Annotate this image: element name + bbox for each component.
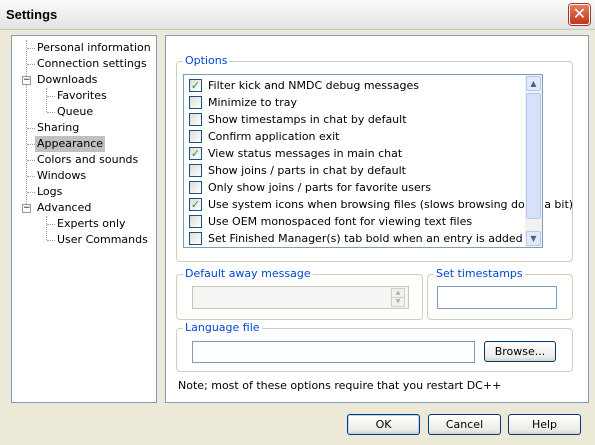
- checkbox[interactable]: [189, 232, 202, 245]
- option-label: Use system icons when browsing files (sl…: [208, 198, 574, 211]
- options-group: Options ✓ Filter kick and NMDC debug mes…: [176, 54, 573, 262]
- option-minimize-to-tray[interactable]: Minimize to tray: [184, 94, 527, 111]
- option-label: Use OEM monospaced font for viewing text…: [208, 215, 473, 228]
- tree-item-windows[interactable]: Windows: [35, 168, 88, 184]
- option-label: Filter kick and NMDC debug messages: [208, 79, 419, 92]
- checkbox[interactable]: [189, 181, 202, 194]
- checkbox[interactable]: [189, 96, 202, 109]
- arrow-up-icon: ▲: [530, 79, 537, 88]
- close-icon: ✕: [572, 4, 587, 23]
- option-joins-parts-favorites[interactable]: Only show joins / parts for favorite use…: [184, 179, 527, 196]
- collapse-icon[interactable]: −: [22, 204, 31, 213]
- away-message-group: Default away message ▲ ▼: [176, 267, 423, 320]
- tree-item-user-commands[interactable]: User Commands: [55, 232, 150, 248]
- timestamps-label: Set timestamps: [434, 267, 525, 280]
- tree-item-experts-only[interactable]: Experts only: [55, 216, 128, 232]
- timestamps-input[interactable]: [437, 286, 557, 309]
- option-finished-manager-bold[interactable]: Set Finished Manager(s) tab bold when an…: [184, 230, 527, 247]
- option-label: Set Finished Manager(s) tab bold when an…: [208, 232, 523, 245]
- restart-note: Note; most of these options require that…: [178, 379, 502, 392]
- language-file-group: Language file Browse...: [176, 321, 573, 372]
- appearance-page: Options ✓ Filter kick and NMDC debug mes…: [165, 35, 589, 403]
- option-show-joins-parts[interactable]: Show joins / parts in chat by default: [184, 162, 527, 179]
- checkbox[interactable]: ✓: [189, 198, 202, 211]
- option-system-icons[interactable]: ✓ Use system icons when browsing files (…: [184, 196, 573, 213]
- scroll-up-button[interactable]: ▲: [526, 76, 541, 91]
- tree-item-appearance[interactable]: Appearance: [35, 136, 106, 152]
- tree-item-connection-settings[interactable]: Connection settings: [35, 56, 149, 72]
- checkbox[interactable]: ✓: [189, 79, 202, 92]
- checkbox[interactable]: ✓: [189, 147, 202, 160]
- tree-item-advanced[interactable]: Advanced: [35, 200, 93, 216]
- away-message-label: Default away message: [183, 267, 313, 280]
- check-icon: ✓: [190, 198, 201, 211]
- help-button[interactable]: Help: [508, 414, 581, 435]
- cancel-button[interactable]: Cancel: [428, 414, 501, 435]
- checkbox[interactable]: [189, 130, 202, 143]
- option-label: View status messages in main chat: [208, 147, 403, 160]
- window-title: Settings: [6, 7, 58, 22]
- checkbox[interactable]: [189, 113, 202, 126]
- arrow-down-icon: ▼: [530, 234, 537, 243]
- checkbox[interactable]: [189, 164, 202, 177]
- option-view-status-messages[interactable]: ✓ View status messages in main chat: [184, 145, 527, 162]
- scroll-down-button[interactable]: ▼: [526, 231, 541, 246]
- ok-button[interactable]: OK: [347, 414, 420, 435]
- option-label: Show timestamps in chat by default: [208, 113, 407, 126]
- settings-tree[interactable]: − − Personal information Connection sett…: [11, 35, 157, 403]
- away-message-input[interactable]: [192, 286, 409, 309]
- spin-down-icon: ▼: [392, 298, 404, 307]
- checkbox[interactable]: [189, 215, 202, 228]
- option-label: Only show joins / parts for favorite use…: [208, 181, 432, 194]
- close-button[interactable]: ✕: [569, 4, 590, 25]
- tree-item-sharing[interactable]: Sharing: [35, 120, 81, 136]
- options-list[interactable]: ✓ Filter kick and NMDC debug messages Mi…: [183, 74, 573, 248]
- option-filter-kick[interactable]: ✓ Filter kick and NMDC debug messages: [184, 77, 527, 94]
- tree-item-favorites[interactable]: Favorites: [55, 88, 109, 104]
- browse-button[interactable]: Browse...: [484, 341, 556, 362]
- collapse-icon[interactable]: −: [22, 76, 31, 85]
- option-confirm-exit[interactable]: Confirm application exit: [184, 128, 527, 145]
- tree-item-personal-information[interactable]: Personal information: [35, 40, 153, 56]
- option-label: Minimize to tray: [208, 96, 298, 109]
- away-message-spinner: ▲ ▼: [391, 288, 405, 307]
- timestamps-group: Set timestamps: [427, 267, 573, 320]
- language-file-input[interactable]: [192, 341, 475, 363]
- check-icon: ✓: [190, 147, 201, 160]
- tree-item-queue[interactable]: Queue: [55, 104, 95, 120]
- scroll-thumb[interactable]: [526, 93, 541, 219]
- tree-item-logs[interactable]: Logs: [35, 184, 64, 200]
- language-file-label: Language file: [183, 321, 262, 334]
- option-label: Show joins / parts in chat by default: [208, 164, 406, 177]
- spin-up-icon: ▲: [392, 289, 404, 298]
- tree-line: [46, 216, 47, 240]
- tree-line: [46, 88, 47, 112]
- option-show-timestamps[interactable]: Show timestamps in chat by default: [184, 111, 527, 128]
- options-scrollbar[interactable]: ▲ ▼: [525, 75, 542, 247]
- options-group-label: Options: [183, 54, 230, 67]
- title-bar: Settings ✕: [0, 0, 595, 30]
- check-icon: ✓: [190, 79, 201, 92]
- tree-item-colors-and-sounds[interactable]: Colors and sounds: [35, 152, 140, 168]
- option-label: Confirm application exit: [208, 130, 340, 143]
- tree-item-downloads[interactable]: Downloads: [35, 72, 99, 88]
- option-oem-font[interactable]: Use OEM monospaced font for viewing text…: [184, 213, 527, 230]
